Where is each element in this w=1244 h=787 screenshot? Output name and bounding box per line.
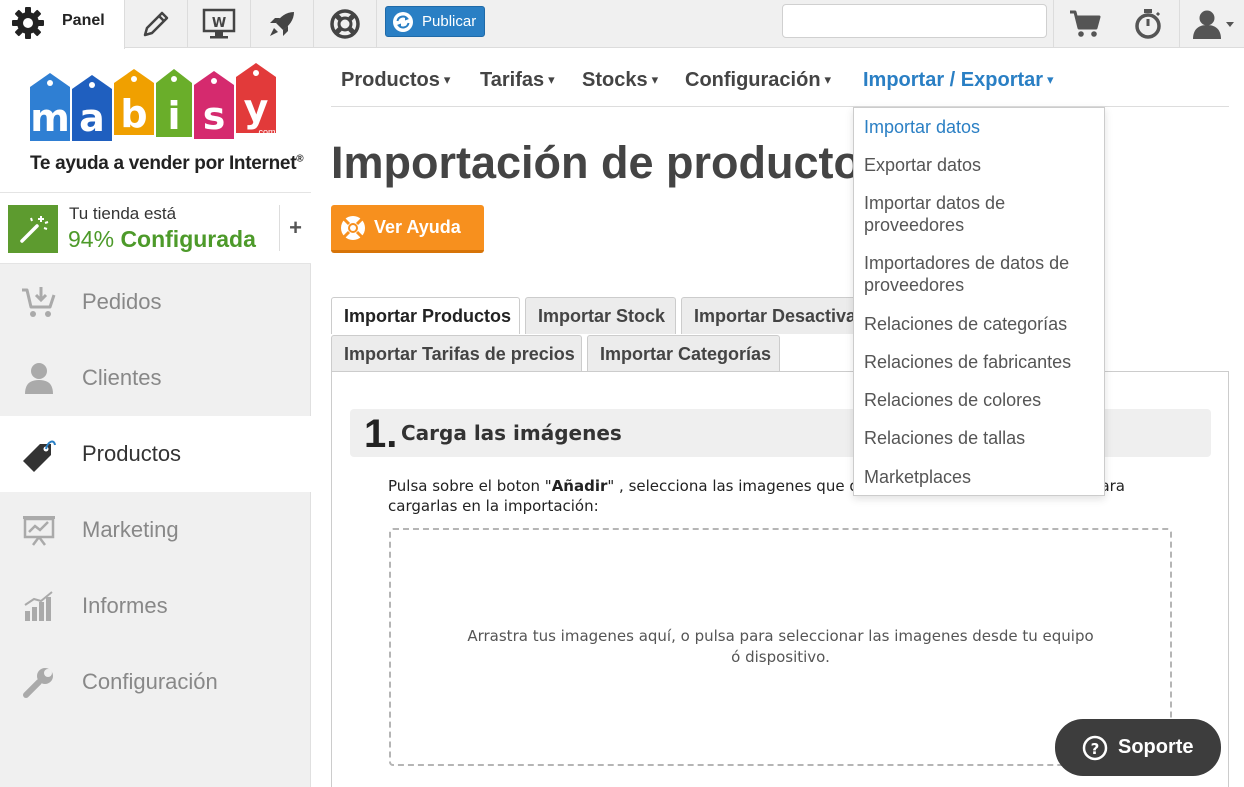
search-input[interactable] — [782, 4, 1047, 38]
tab-importar-stock[interactable]: Importar Stock — [525, 297, 676, 334]
tab-importar-tarifas[interactable]: Importar Tarifas de precios — [331, 335, 582, 372]
publish-button[interactable]: Publicar — [385, 6, 485, 37]
lifebuoy-icon — [330, 9, 360, 39]
timer-button[interactable] — [1117, 0, 1180, 48]
help-button[interactable]: Ver Ayuda — [331, 205, 484, 253]
tab-importar-productos[interactable]: Importar Productos — [331, 297, 520, 334]
dropdown-item-importar-datos[interactable]: Importar datos — [864, 116, 1099, 138]
sidebar-item-marketing[interactable]: Marketing — [0, 492, 311, 568]
bar-chart-icon — [20, 587, 58, 625]
stopwatch-icon — [1135, 9, 1161, 39]
importar-exportar-dropdown: Importar datos Exportar datos Importar d… — [853, 107, 1105, 496]
user-icon — [1192, 10, 1234, 39]
page-title: Importación de productos — [331, 137, 854, 188]
sidebar-item-clientes[interactable]: Clientes — [0, 340, 311, 416]
panel-tab[interactable]: Panel — [0, 0, 125, 49]
menu-tarifas[interactable]: Tarifas ▾ — [480, 69, 555, 92]
user-icon — [20, 359, 58, 397]
chevron-down-icon: ▾ — [651, 72, 659, 87]
dropdown-item-exportar-datos[interactable]: Exportar datos — [864, 154, 1099, 176]
publish-label: Publicar — [422, 13, 477, 30]
sidebar-item-pedidos[interactable]: Pedidos — [0, 264, 311, 340]
svg-text:i: i — [167, 94, 180, 138]
dropdown-item-relaciones-tallas[interactable]: Relaciones de tallas — [864, 427, 1099, 449]
gear-icon — [12, 7, 44, 39]
dropdown-item-importadores-proveedores[interactable]: Importadores de datos de proveedores — [864, 252, 1099, 296]
chevron-down-icon: ▾ — [1047, 72, 1054, 87]
chevron-down-icon: ▾ — [548, 72, 555, 87]
dropdown-item-relaciones-fabricantes[interactable]: Relaciones de fabricantes — [864, 351, 1099, 373]
sidebar-item-informes[interactable]: Informes — [0, 568, 311, 644]
edit-button[interactable] — [125, 0, 188, 48]
sidebar-item-label: Marketing — [82, 517, 179, 542]
config-percent: 94% Configurada — [68, 226, 256, 252]
rocket-icon — [270, 12, 294, 36]
support-label: Soporte — [1118, 736, 1194, 758]
presentation-chart-icon — [20, 511, 58, 549]
top-bar: Panel W Publicar — [0, 0, 1244, 49]
sidebar-item-label: Configuración — [82, 669, 218, 694]
step-number: 1. — [364, 412, 398, 456]
sidebar: m a b i s y .com Te ayuda a vender por I… — [0, 49, 311, 787]
chevron-down-icon: ▾ — [824, 72, 832, 87]
step-title: Carga las imágenes — [401, 421, 622, 445]
pencil-icon — [143, 11, 169, 37]
help-label: Ver Ayuda — [374, 217, 461, 237]
refresh-icon — [393, 11, 413, 32]
tab-importar-desactivar[interactable]: Importar Desactivar — [681, 297, 861, 334]
tag-icon — [20, 435, 58, 473]
svg-text:b: b — [120, 92, 147, 136]
support-button[interactable]: ? Soporte — [1055, 719, 1221, 776]
svg-text:W: W — [212, 16, 226, 31]
svg-text:m: m — [30, 96, 70, 140]
store-config-progress[interactable]: Tu tienda está 94% Configurada + — [0, 192, 311, 264]
user-menu-button[interactable] — [1181, 0, 1244, 48]
help-center-button[interactable] — [314, 0, 377, 48]
cart-button[interactable] — [1053, 0, 1116, 48]
config-text: Tu tienda está — [69, 204, 177, 223]
chevron-down-icon: ▾ — [443, 72, 451, 87]
menu-importar-exportar[interactable]: Importar / Exportar ▾ — [863, 69, 1054, 92]
rocket-button[interactable] — [251, 0, 314, 48]
svg-text:y: y — [244, 86, 269, 130]
expand-config-button[interactable]: + — [279, 205, 311, 251]
svg-text:s: s — [203, 94, 226, 138]
image-dropzone[interactable]: Arrastra tus imagenes aquí, o pulsa para… — [389, 528, 1172, 766]
dropdown-item-relaciones-colores[interactable]: Relaciones de colores — [864, 389, 1099, 411]
sidebar-item-configuracion[interactable]: Configuración — [0, 644, 311, 720]
svg-text:a: a — [79, 96, 105, 140]
cart-icon — [1070, 10, 1101, 37]
dropdown-item-importar-proveedores[interactable]: Importar datos de proveedores — [864, 192, 1099, 236]
sidebar-item-label: Pedidos — [82, 289, 162, 314]
panel-label: Panel — [62, 12, 105, 29]
sidebar-item-productos[interactable]: Productos — [0, 416, 311, 492]
logo[interactable]: m a b i s y .com Te ayuda a vender por I… — [0, 49, 311, 192]
sidebar-item-label: Informes — [82, 593, 168, 618]
web-icon: W — [202, 8, 236, 39]
sidebar-item-label: Productos — [82, 441, 182, 466]
menu-configuracion[interactable]: Configuración ▾ — [685, 69, 831, 92]
magic-wand-icon — [8, 205, 58, 253]
menu-productos[interactable]: Productos ▾ — [341, 69, 450, 92]
question-circle-icon: ? — [1082, 735, 1108, 760]
tab-importar-categorias[interactable]: Importar Categorías — [587, 335, 780, 372]
dropzone-text: Arrastra tus imagenes aquí, o pulsa para… — [467, 627, 1094, 666]
dropdown-item-marketplaces[interactable]: Marketplaces — [864, 466, 1099, 488]
cart-download-icon — [20, 283, 58, 321]
main-menu: Productos ▾ Tarifas ▾ Stocks ▾ Configuració… — [331, 55, 1229, 107]
logo-com: .com — [256, 127, 276, 137]
logo-tagline: Te ayuda a vender por Internet® — [30, 153, 304, 174]
menu-stocks[interactable]: Stocks ▾ — [582, 69, 658, 92]
web-button[interactable]: W — [188, 0, 251, 48]
wrench-icon — [20, 663, 58, 701]
sidebar-item-label: Clientes — [82, 365, 162, 390]
dropdown-item-relaciones-categorias[interactable]: Relaciones de categorías — [864, 313, 1099, 335]
lifebuoy-icon — [341, 215, 365, 240]
svg-text:?: ? — [1091, 740, 1100, 758]
